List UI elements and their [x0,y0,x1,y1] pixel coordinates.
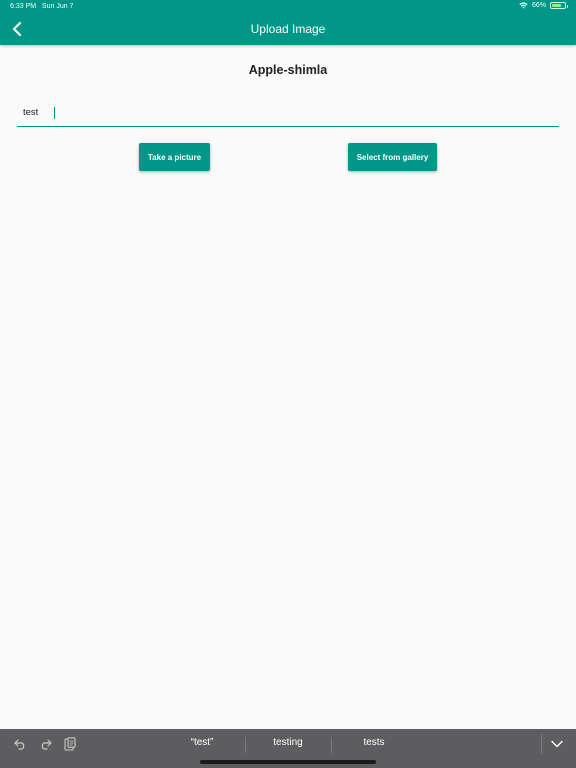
suggestion-3[interactable]: tests [332,737,416,748]
select-from-gallery-button[interactable]: Select from gallery [348,143,437,171]
redo-button[interactable] [37,736,53,752]
chevron-down-icon [551,740,563,748]
paste-button[interactable] [62,736,78,752]
app-bar: 6:33 PM Sun Jun 7 66% Upload Image [0,0,576,45]
status-time-date: 6:33 PM Sun Jun 7 [10,3,73,10]
take-picture-button[interactable]: Take a picture [139,143,210,171]
battery-icon [550,2,568,9]
dismiss-keyboard-button[interactable] [549,736,565,752]
text-caret [54,107,55,119]
status-right: 66% [519,2,568,9]
suggestion-2[interactable]: testing [246,737,330,748]
battery-percent: 66% [531,2,546,9]
wifi-icon [519,2,528,9]
description-input[interactable] [23,107,523,118]
home-indicator [200,760,376,764]
paste-icon [64,737,76,751]
status-date: Sun Jun 7 [41,3,74,10]
suggestion-1[interactable]: “test” [160,737,244,748]
text-field[interactable] [17,100,559,127]
undo-button[interactable] [12,736,28,752]
redo-icon [41,738,52,750]
plant-name-heading: Apple-shimla [248,63,328,77]
undo-icon [13,738,24,750]
page-title: Upload Image [250,22,326,36]
dismiss-divider [541,734,542,754]
status-bar: 6:33 PM Sun Jun 7 66% [0,0,576,14]
status-time: 6:33 PM [10,3,37,10]
battery-fill [552,4,562,7]
